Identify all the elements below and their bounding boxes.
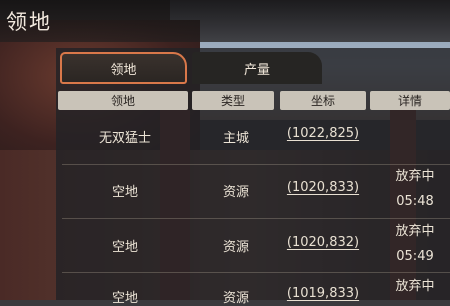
row-divider — [62, 272, 450, 273]
title-bar: 领地 — [0, 0, 450, 42]
row-0-name: 无双猛士 — [98, 131, 151, 146]
row-3-type: 资源 — [222, 291, 249, 306]
row-0-type: 主城 — [222, 131, 249, 146]
row-2-status: 放弃中 — [395, 224, 435, 239]
tab-territory[interactable]: 领地 — [60, 52, 187, 84]
tab-production[interactable]: 产量 — [192, 52, 322, 84]
row-3-coordinate-link[interactable]: (1019,833) — [278, 286, 368, 301]
row-1-coordinate-link[interactable]: (1020,833) — [278, 180, 368, 195]
row-1-status: 放弃中 — [395, 169, 435, 184]
row-2-type: 资源 — [222, 240, 249, 255]
row-0-coordinate-link[interactable]: (1022,825) — [278, 126, 368, 141]
column-header-details: 详情 — [370, 91, 450, 110]
row-2-coordinate-link[interactable]: (1020,832) — [278, 235, 368, 250]
row-1-countdown: 05:48 — [396, 194, 434, 209]
row-2-countdown: 05:49 — [396, 249, 434, 264]
row-2-name: 空地 — [111, 240, 138, 255]
page-title: 领地 — [6, 10, 52, 34]
row-1-type: 资源 — [222, 185, 249, 200]
row-1-name: 空地 — [111, 185, 138, 200]
row-divider — [62, 218, 450, 219]
column-header-territory: 领地 — [58, 91, 188, 110]
column-header-type: 类型 — [192, 91, 274, 110]
row-3-name: 空地 — [111, 291, 138, 306]
column-header-coordinates: 坐标 — [280, 91, 366, 110]
row-divider — [62, 164, 450, 165]
row-3-status: 放弃中 — [395, 279, 435, 294]
